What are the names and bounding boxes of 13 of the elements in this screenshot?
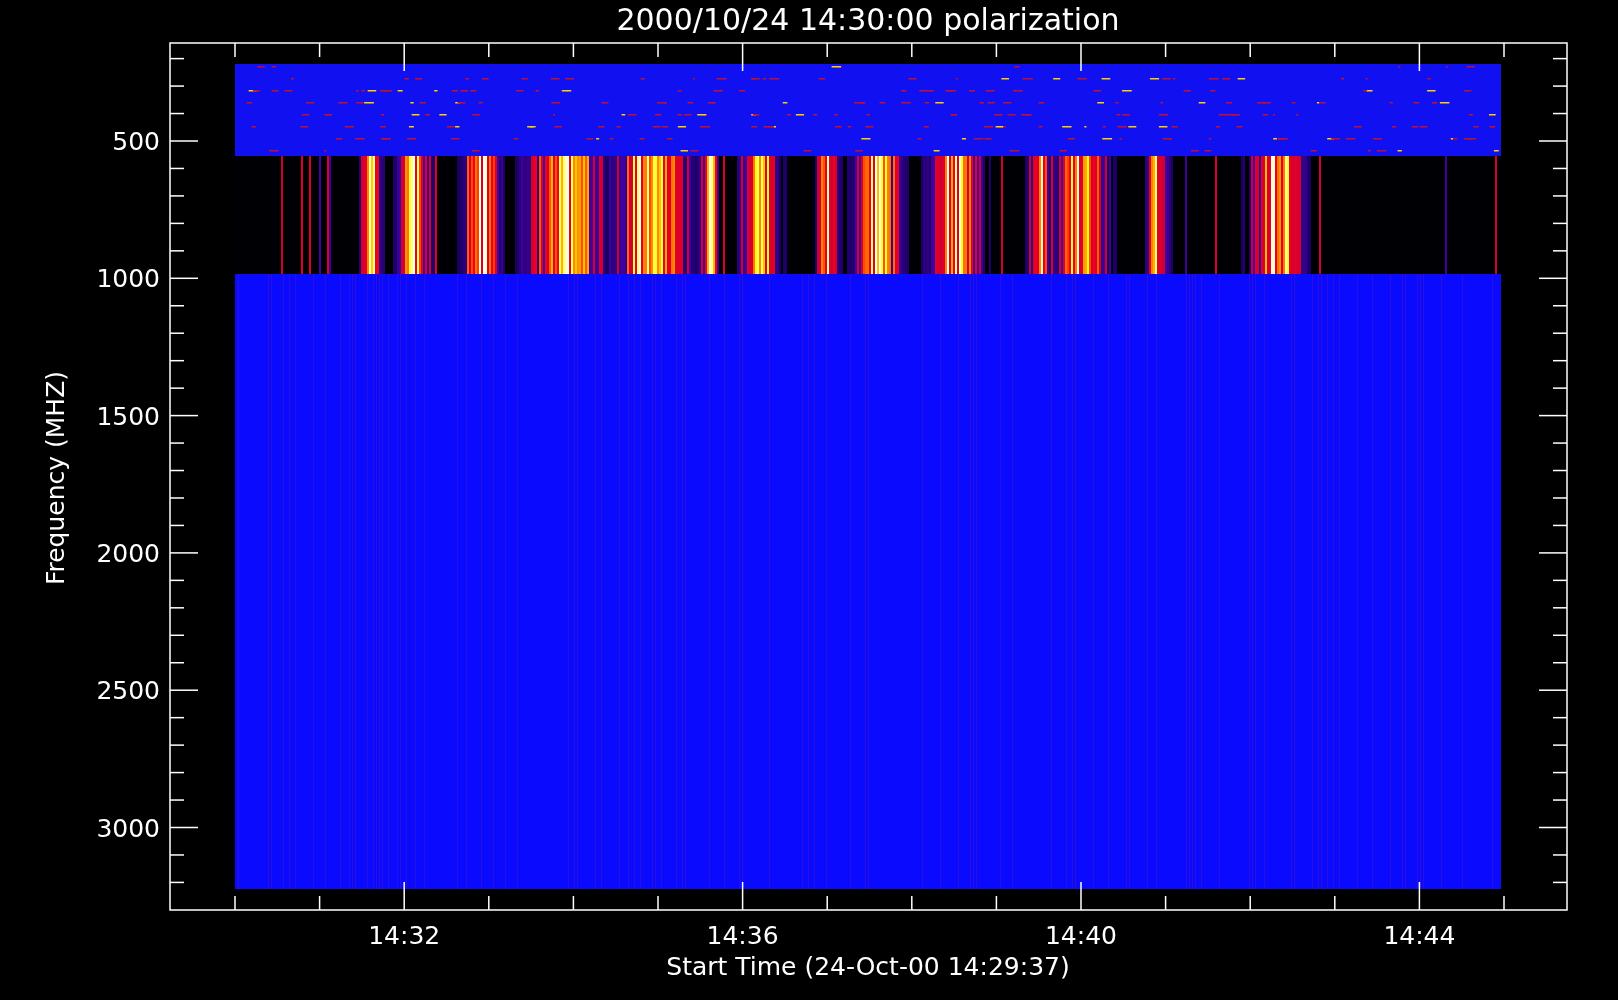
tick-label: 14:36 <box>706 921 779 950</box>
tick-label: 2500 <box>96 676 160 706</box>
tick-label: 14:32 <box>368 921 441 950</box>
tick-label: 1500 <box>96 401 160 431</box>
tick-label: 500 <box>112 127 160 156</box>
tick-label: 3000 <box>96 813 160 843</box>
tick-label: 14:40 <box>1045 921 1117 950</box>
plot-title: 2000/10/24 14:30:00 polarization <box>616 2 1120 37</box>
axis-label: Start Time (24-Oct-00 14:29:37) <box>666 952 1070 981</box>
tick-label: 14:44 <box>1383 921 1456 950</box>
axis-label: Frequency (MHZ) <box>41 370 70 586</box>
tick-label: 2000 <box>96 538 160 568</box>
tick-label: 1000 <box>96 264 160 294</box>
